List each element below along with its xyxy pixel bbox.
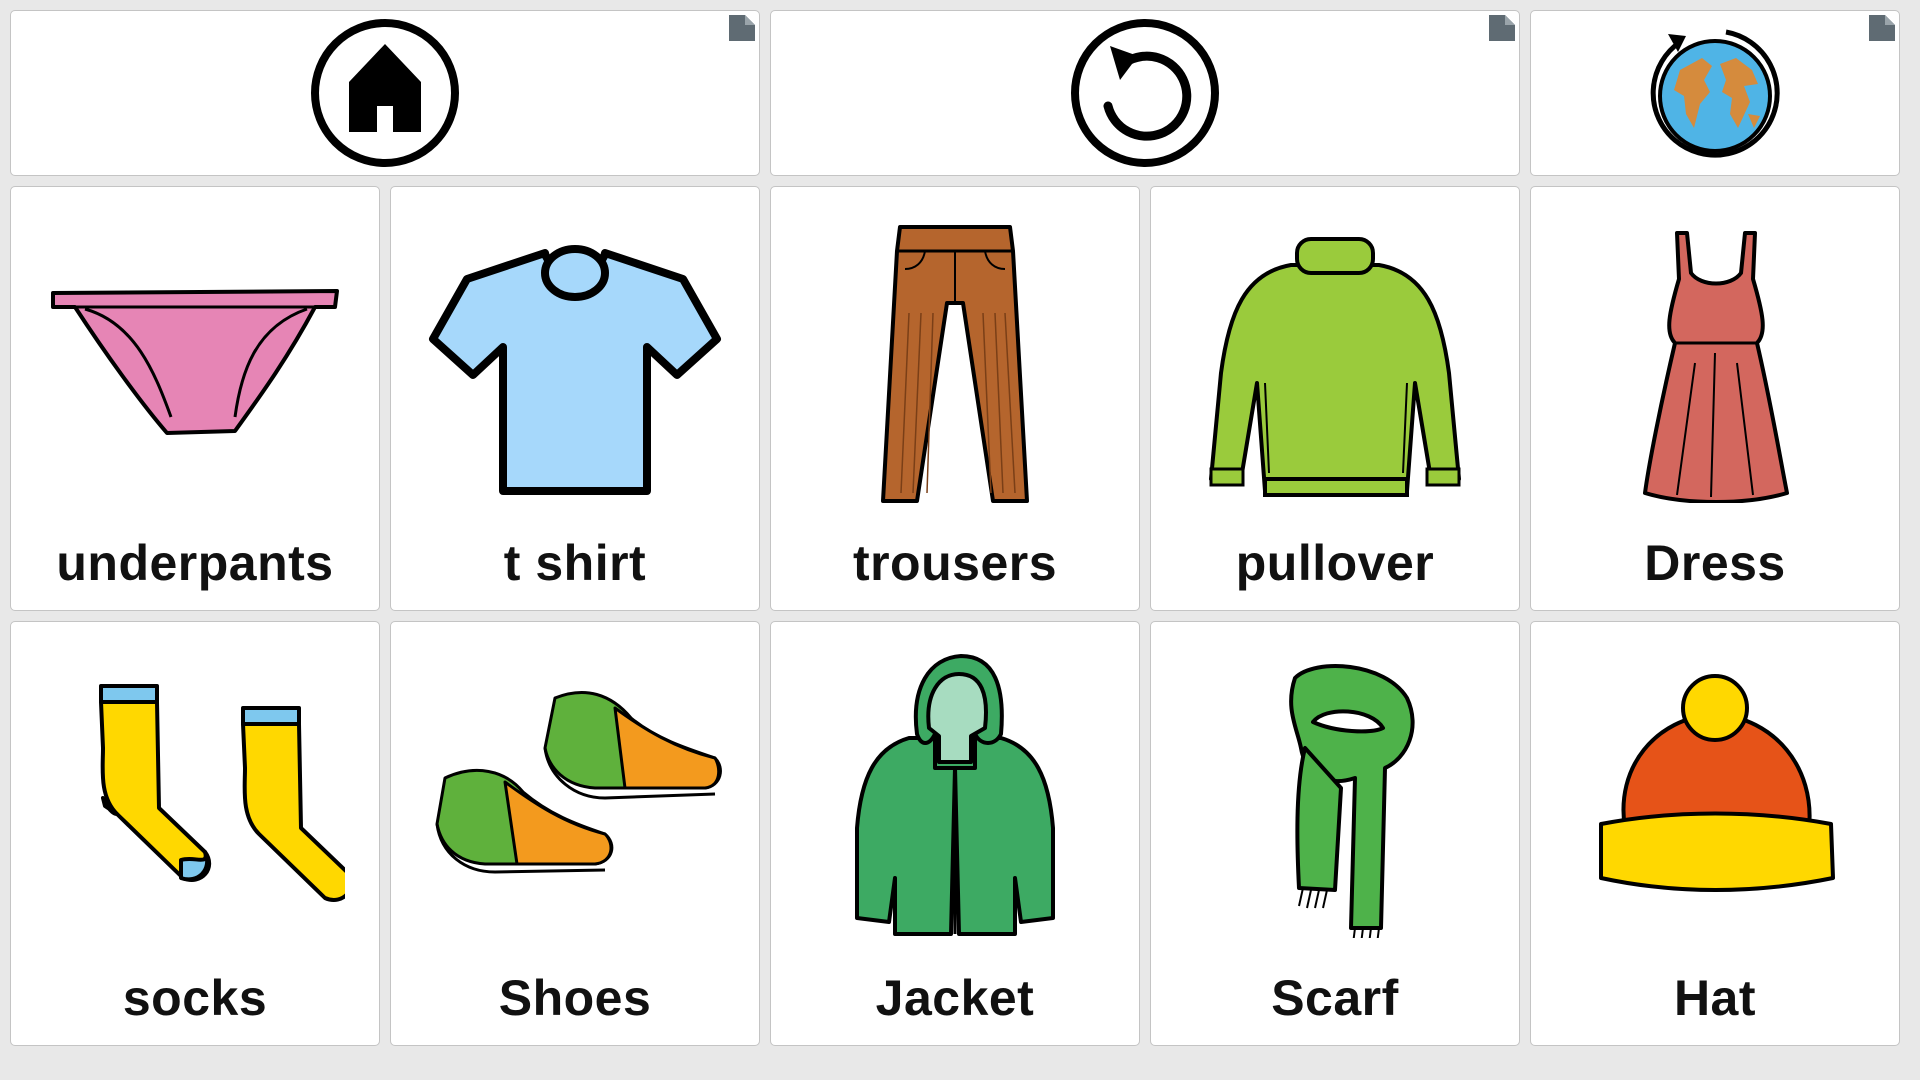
symbol-dress[interactable]: Dress [1530, 186, 1900, 611]
symbol-label: trousers [852, 535, 1058, 591]
symbol-label: Dress [1644, 535, 1786, 591]
symbol-label: Jacket [875, 970, 1035, 1026]
symbol-shoes[interactable]: Shoes [390, 621, 760, 1046]
symbol-label: underpants [56, 535, 334, 591]
symbol-trousers[interactable]: trousers [770, 186, 1140, 611]
shoes-icon [435, 690, 722, 874]
pullover-icon [1209, 237, 1461, 497]
clothes-board: underpants t shirt trousers pullover Dre… [0, 0, 1920, 1080]
symbol-label: Shoes [498, 970, 652, 1026]
page-corner-icon [1869, 15, 1895, 41]
symbol-tshirt[interactable]: t shirt [390, 186, 760, 611]
symbol-scarf[interactable]: Scarf [1150, 621, 1520, 1046]
page-corner-icon [729, 15, 755, 41]
symbol-label: Scarf [1271, 970, 1399, 1026]
page-corner-icon [1489, 15, 1515, 41]
home-icon [311, 19, 459, 167]
symbol-label: socks [122, 970, 268, 1026]
hat-icon [1599, 674, 1835, 892]
symbol-label: pullover [1235, 535, 1435, 591]
symbol-label: t shirt [503, 535, 647, 591]
symbol-hat[interactable]: Hat [1530, 621, 1900, 1046]
undo-icon [1071, 19, 1219, 167]
language-button[interactable] [1530, 10, 1900, 176]
tshirt-icon [429, 245, 721, 495]
home-button[interactable] [10, 10, 760, 176]
symbol-socks[interactable]: socks [10, 621, 380, 1046]
symbol-label: Hat [1673, 970, 1757, 1026]
dress-icon [1643, 231, 1789, 503]
back-button[interactable] [770, 10, 1520, 176]
socks-icon [99, 684, 345, 902]
underpants-icon [51, 289, 339, 435]
symbol-underpants[interactable]: underpants [10, 186, 380, 611]
symbol-jacket[interactable]: Jacket [770, 621, 1140, 1046]
globe-icon [1650, 29, 1780, 158]
trousers-icon [881, 225, 1029, 503]
scarf-icon [1289, 664, 1415, 938]
jacket-icon [855, 654, 1055, 936]
symbol-pullover[interactable]: pullover [1150, 186, 1520, 611]
